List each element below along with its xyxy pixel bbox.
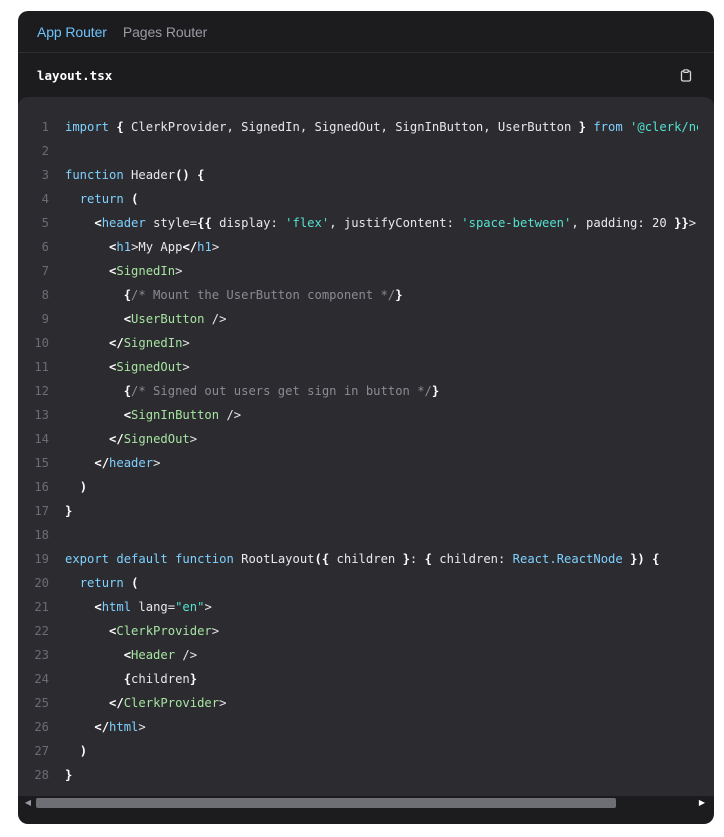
code-line: 23 <Header /> bbox=[18, 643, 714, 667]
line-number: 14 bbox=[34, 432, 49, 446]
code-line: 9 <UserButton /> bbox=[18, 307, 714, 331]
code-line: 19 export default function RootLayout({ c… bbox=[18, 547, 714, 571]
line-number: 6 bbox=[41, 240, 49, 254]
line-source: <SignedOut> bbox=[109, 360, 190, 374]
line-source: </html> bbox=[94, 720, 146, 734]
line-source: } bbox=[65, 504, 73, 518]
line-source: ) bbox=[79, 480, 88, 494]
line-source: </ClerkProvider> bbox=[109, 696, 227, 710]
code-line: 14 </SignedOut> bbox=[18, 427, 714, 451]
line-source: export default function RootLayout({ chi… bbox=[65, 552, 660, 566]
line-number: 23 bbox=[34, 648, 49, 662]
line-number: 25 bbox=[34, 696, 49, 710]
line-number: 1 bbox=[41, 120, 49, 134]
code-line: 16 ) bbox=[18, 475, 714, 499]
line-source: <h1>My App</h1> bbox=[109, 240, 220, 254]
code-line: 26 </html> bbox=[18, 715, 714, 739]
code-line: 15 </header> bbox=[18, 451, 714, 475]
line-source: {children} bbox=[123, 672, 198, 686]
line-number: 4 bbox=[41, 192, 49, 206]
code-line: 5 <header style={{ display: 'flex', just… bbox=[18, 211, 714, 235]
code-line: 25 </ClerkProvider> bbox=[18, 691, 714, 715]
line-source: } bbox=[65, 768, 73, 782]
line-number: 3 bbox=[41, 168, 49, 182]
scroll-left-icon[interactable]: ◀ bbox=[22, 798, 34, 808]
code-line: 18 bbox=[18, 523, 714, 547]
line-source: <SignedIn> bbox=[109, 264, 183, 278]
line-number: 5 bbox=[41, 216, 49, 230]
line-number: 12 bbox=[34, 384, 49, 398]
line-number: 18 bbox=[34, 528, 49, 542]
line-number: 2 bbox=[41, 144, 49, 158]
code-line: 10 </SignedIn> bbox=[18, 331, 714, 355]
line-number: 8 bbox=[41, 288, 49, 302]
code-line: 4 return ( bbox=[18, 187, 714, 211]
code-lines: 1 import { ClerkProvider, SignedIn, Signe… bbox=[18, 97, 714, 787]
line-number: 26 bbox=[34, 720, 49, 734]
line-source: <html lang="en"> bbox=[94, 600, 212, 614]
line-number: 7 bbox=[41, 264, 49, 278]
line-number: 22 bbox=[34, 624, 49, 638]
code-block: 1 import { ClerkProvider, SignedIn, Signe… bbox=[18, 97, 714, 810]
code-line: 27 ) bbox=[18, 739, 714, 763]
line-source bbox=[49, 523, 698, 547]
code-line: 1 import { ClerkProvider, SignedIn, Signe… bbox=[18, 115, 714, 139]
code-line: 8 {/* Mount the UserButton component */} bbox=[18, 283, 714, 307]
line-source: import { ClerkProvider, SignedIn, Signed… bbox=[65, 120, 698, 134]
tab-app-router[interactable]: App Router bbox=[37, 24, 107, 40]
code-line: 24 {children} bbox=[18, 667, 714, 691]
line-number: 19 bbox=[34, 552, 49, 566]
line-number: 17 bbox=[34, 504, 49, 518]
code-line: 3 function Header() { bbox=[18, 163, 714, 187]
line-number: 16 bbox=[34, 480, 49, 494]
line-source: <UserButton /> bbox=[123, 312, 227, 326]
line-number: 21 bbox=[34, 600, 49, 614]
line-source: <ClerkProvider> bbox=[109, 624, 220, 638]
line-number: 27 bbox=[34, 744, 49, 758]
code-line: 11 <SignedOut> bbox=[18, 355, 714, 379]
line-number: 9 bbox=[41, 312, 49, 326]
line-source: </SignedOut> bbox=[109, 432, 198, 446]
line-number: 24 bbox=[34, 672, 49, 686]
line-number: 15 bbox=[34, 456, 49, 470]
line-source: </header> bbox=[94, 456, 161, 470]
line-source: {/* Mount the UserButton component */} bbox=[123, 288, 403, 302]
code-line: 7 <SignedIn> bbox=[18, 259, 714, 283]
horizontal-scrollbar[interactable]: ◀ ▶ bbox=[18, 796, 714, 810]
code-line: 28} bbox=[18, 763, 714, 787]
code-line: 13 <SignInButton /> bbox=[18, 403, 714, 427]
tab-pages-router[interactable]: Pages Router bbox=[123, 24, 208, 40]
code-line: 6 <h1>My App</h1> bbox=[18, 235, 714, 259]
line-source: {/* Signed out users get sign in button … bbox=[123, 384, 440, 398]
line-source: function Header() { bbox=[65, 168, 205, 182]
code-line: 22 <ClerkProvider> bbox=[18, 619, 714, 643]
code-line: 12 {/* Signed out users get sign in butt… bbox=[18, 379, 714, 403]
line-number: 11 bbox=[34, 360, 49, 374]
scrollbar-thumb[interactable] bbox=[36, 798, 616, 808]
clipboard-icon[interactable] bbox=[679, 68, 693, 82]
line-source: return ( bbox=[79, 192, 139, 206]
line-number: 28 bbox=[34, 768, 49, 782]
scroll-right-icon[interactable]: ▶ bbox=[696, 798, 708, 808]
line-source: <header style={{ display: 'flex', justif… bbox=[94, 216, 697, 230]
line-source: ) bbox=[79, 744, 88, 758]
file-name: layout.tsx bbox=[37, 67, 113, 83]
file-header: layout.tsx bbox=[18, 53, 714, 97]
line-source bbox=[49, 139, 698, 163]
code-line: 17} bbox=[18, 499, 714, 523]
line-source: return ( bbox=[79, 576, 139, 590]
line-source: <Header /> bbox=[123, 648, 198, 662]
line-number: 13 bbox=[34, 408, 49, 422]
line-number: 20 bbox=[34, 576, 49, 590]
code-line: 21 <html lang="en"> bbox=[18, 595, 714, 619]
line-number: 10 bbox=[34, 336, 49, 350]
router-tabs: App Router Pages Router bbox=[18, 11, 714, 53]
code-line: 20 return ( bbox=[18, 571, 714, 595]
code-line: 2 bbox=[18, 139, 714, 163]
code-snippet-card: App Router Pages Router layout.tsx 1 impo… bbox=[18, 11, 714, 824]
line-source: <SignInButton /> bbox=[123, 408, 242, 422]
line-source: </SignedIn> bbox=[109, 336, 190, 350]
